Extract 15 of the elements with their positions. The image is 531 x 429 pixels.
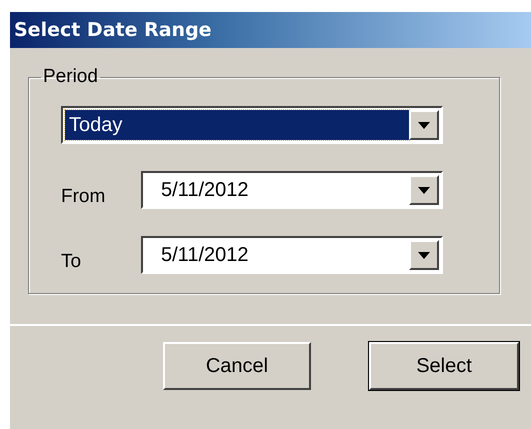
- group-label: Period: [42, 66, 99, 88]
- date-dropdown[interactable]: 5/11/2012: [141, 171, 443, 209]
- dropdown-arrow-icon: [418, 122, 430, 128]
- date-dropdown[interactable]: Today: [61, 106, 443, 144]
- dropdown-button[interactable]: [409, 175, 439, 205]
- dialog-button[interactable]: Cancel: [163, 342, 311, 390]
- window-title: Select Date Range: [10, 12, 531, 48]
- dialog-button[interactable]: Select: [369, 342, 519, 390]
- dropdown-button[interactable]: [409, 240, 439, 270]
- dropdown-arrow-icon: [418, 186, 430, 194]
- dropdown-button[interactable]: [409, 110, 439, 140]
- field-label: From: [61, 185, 106, 208]
- date-dropdown[interactable]: 5/11/2012: [141, 236, 443, 274]
- dropdown-arrow-icon: [418, 252, 430, 258]
- field-label: To: [61, 250, 82, 273]
